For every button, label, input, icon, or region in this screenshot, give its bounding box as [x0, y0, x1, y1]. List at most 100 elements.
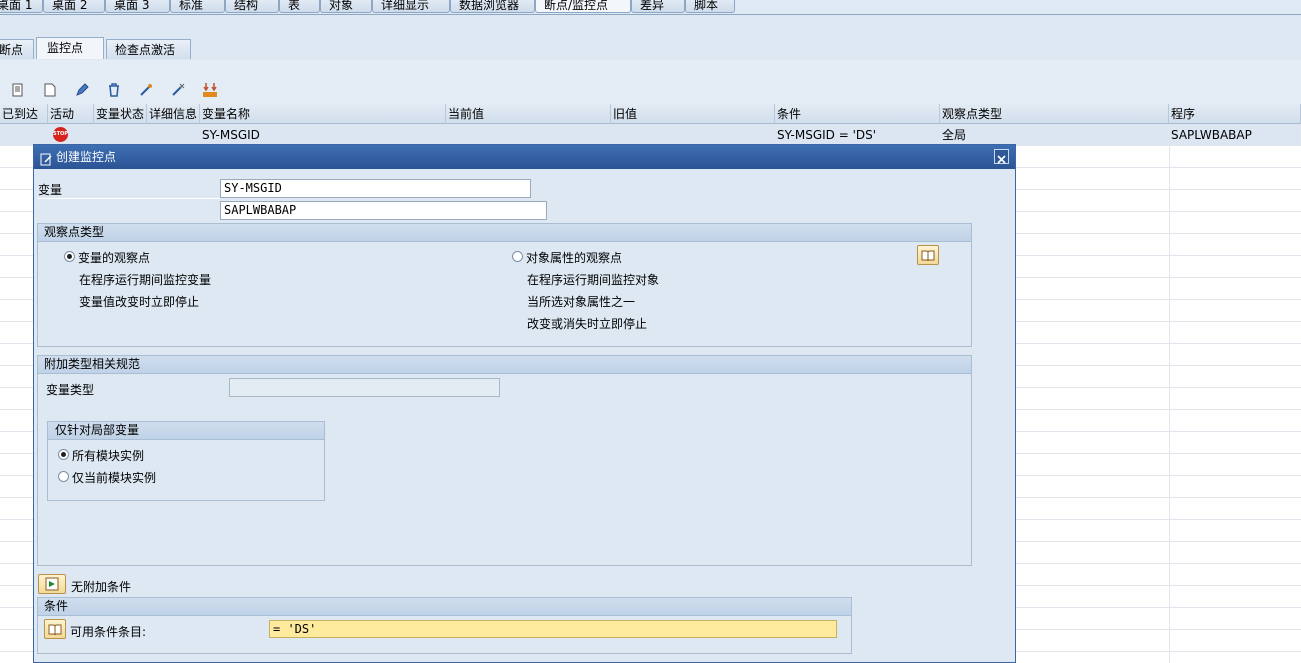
tab-label: 断点/监控点: [544, 0, 609, 12]
column-header[interactable]: 程序: [1169, 104, 1301, 124]
column-divider: [1169, 124, 1170, 663]
table-row[interactable]: STOP SY-MSGID SY-MSGID = 'DS' 全局 SAPLWBA…: [0, 124, 1301, 146]
variable-type-input[interactable]: [229, 378, 500, 397]
column-header[interactable]: 详细信息: [147, 104, 200, 124]
tab-label: 数据浏览器: [459, 0, 520, 12]
column-header[interactable]: 活动: [48, 104, 94, 124]
radio-label: 所有模块实例: [72, 449, 145, 463]
radio-label: 对象属性的观察点: [526, 251, 623, 265]
variable-label: 变量: [38, 183, 63, 197]
variable-type-label: 变量类型: [46, 383, 95, 397]
radio-current-module-instance[interactable]: [58, 471, 69, 482]
tab-structure[interactable]: 结构: [225, 0, 279, 13]
radio-all-module-instances[interactable]: [58, 449, 69, 460]
cell-old: [611, 124, 775, 146]
variable-input[interactable]: SY-MSGID: [220, 179, 531, 198]
radio-label: 仅当前模块实例: [72, 471, 157, 485]
description-text: 当所选对象属性之一: [527, 295, 636, 309]
delete-trash-icon[interactable]: [106, 82, 122, 98]
condition-group: 条件 可用条件条目: = 'DS': [37, 597, 852, 654]
deactivate-wand-icon[interactable]: [170, 82, 186, 98]
tab-diff[interactable]: 差异: [631, 0, 685, 13]
book-icon[interactable]: [44, 619, 66, 639]
tab-breakpoints-watchpoints[interactable]: 断点/监控点: [535, 0, 631, 13]
dialog-title: 创建监控点: [56, 150, 117, 164]
cell-reached: [0, 124, 48, 146]
top-tab-strip: 桌面 1 桌面 2 桌面 3 标准 结构 表 对象 详细显示 数据浏览器 断点/…: [0, 0, 1301, 15]
watchpoint-type-group: 观察点类型 变量的观察点 在程序运行期间监控变量 变量值改变时立即停止 对象属性…: [37, 223, 972, 347]
activate-wand-icon[interactable]: [138, 82, 154, 98]
cell-program: SAPLWBABAP: [1169, 124, 1301, 146]
toolbar: [0, 60, 1301, 104]
tab-label: 标准: [179, 0, 204, 12]
group-header: 观察点类型: [38, 224, 971, 242]
cell-condition: SY-MSGID = 'DS': [775, 124, 940, 146]
tab-label: 详细显示: [381, 0, 430, 12]
dialog-title-bar[interactable]: 创建监控点: [34, 145, 1015, 169]
description-text: 在程序运行期间监控对象: [527, 273, 660, 287]
no-condition-button[interactable]: [38, 574, 66, 594]
radio-label: 变量的观察点: [78, 251, 151, 265]
tab-detail-display[interactable]: 详细显示: [372, 0, 450, 13]
subtab-breakpoints[interactable]: 断点: [0, 39, 34, 59]
tab-standard[interactable]: 标准: [170, 0, 225, 13]
tab-label: 差异: [640, 0, 665, 12]
column-header[interactable]: 变量名称: [200, 104, 446, 124]
edit-pencil-icon[interactable]: [74, 82, 90, 98]
tab-script[interactable]: 脚本: [685, 0, 735, 13]
tab-label: 检查点激活: [115, 43, 176, 57]
tab-object[interactable]: 对象: [320, 0, 372, 13]
local-variable-group: 仅针对局部变量 所有模块实例 仅当前模块实例: [47, 421, 325, 501]
tab-label: 桌面 1: [0, 0, 33, 12]
tab-label: 桌面 2: [52, 0, 88, 12]
tab-label: 结构: [234, 0, 259, 12]
tab-label: 脚本: [694, 0, 719, 12]
cell-variable: SY-MSGID: [200, 124, 446, 146]
new-document-icon[interactable]: [42, 82, 58, 98]
cell-active[interactable]: STOP: [48, 124, 94, 146]
divider: [37, 198, 220, 199]
tab-table[interactable]: 表: [279, 0, 320, 13]
stop-icon: STOP: [53, 127, 68, 142]
display-icon[interactable]: [10, 82, 26, 98]
tab-data-browser[interactable]: 数据浏览器: [450, 0, 535, 13]
tab-label: 对象: [329, 0, 354, 12]
description-text: 变量值改变时立即停止: [79, 295, 200, 309]
cell-status: [94, 124, 147, 146]
cell-current: [446, 124, 611, 146]
tab-label: 表: [288, 0, 301, 12]
subtab-checkpoint-activation[interactable]: 检查点激活: [106, 39, 191, 59]
program-input[interactable]: SAPLWBABAP: [220, 201, 547, 220]
subtab-watchpoints[interactable]: 监控点: [36, 37, 104, 59]
save-breakpoints-icon[interactable]: [202, 82, 218, 98]
description-text: 改变或消失时立即停止: [527, 317, 648, 331]
cell-details: [147, 124, 200, 146]
radio-variable-watchpoint[interactable]: [64, 251, 75, 262]
group-header: 附加类型相关规范: [38, 356, 971, 374]
radio-object-attribute-watchpoint[interactable]: [512, 251, 523, 262]
column-header[interactable]: 变量状态: [94, 104, 147, 124]
condition-input[interactable]: = 'DS': [269, 620, 837, 638]
column-header[interactable]: 条件: [775, 104, 940, 124]
close-icon[interactable]: [994, 149, 1009, 164]
tab-label: 监控点: [47, 41, 84, 55]
sub-tab-area: 断点 监控点 检查点激活: [0, 15, 1301, 62]
tab-desktop-1[interactable]: 桌面 1: [0, 0, 43, 13]
tab-label: 断点: [0, 43, 24, 57]
tab-label: 桌面 3: [114, 0, 150, 12]
condition-label: 可用条件条目:: [70, 625, 147, 639]
additional-spec-group: 附加类型相关规范 变量类型 仅针对局部变量 所有模块实例 仅当前模块实例: [37, 355, 972, 566]
group-header: 条件: [38, 598, 851, 616]
dialog-title-icon: [40, 150, 53, 166]
cell-watch-type: 全局: [940, 124, 1169, 146]
no-condition-label: 无附加条件: [71, 580, 132, 594]
column-header[interactable]: 已到达: [0, 104, 48, 124]
book-icon[interactable]: [917, 245, 939, 265]
tab-desktop-3[interactable]: 桌面 3: [105, 0, 170, 13]
column-header[interactable]: 旧值: [611, 104, 775, 124]
column-header[interactable]: 当前值: [446, 104, 611, 124]
description-text: 在程序运行期间监控变量: [79, 273, 212, 287]
group-header: 仅针对局部变量: [48, 422, 324, 440]
tab-desktop-2[interactable]: 桌面 2: [43, 0, 105, 13]
column-header[interactable]: 观察点类型: [940, 104, 1169, 124]
